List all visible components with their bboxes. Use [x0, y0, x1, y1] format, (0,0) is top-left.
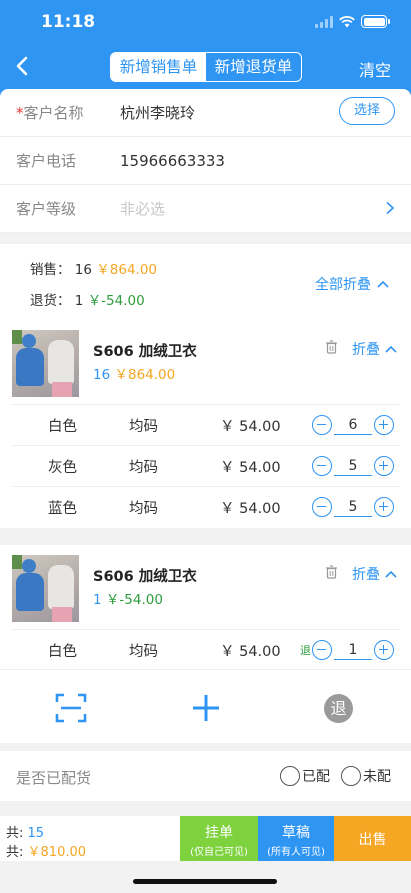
- plus-icon[interactable]: [374, 497, 394, 517]
- variant-row: 白色 均码 ￥ 54.00 退 1: [12, 629, 399, 670]
- required-mark: *: [16, 104, 24, 122]
- chevron-up-icon: [377, 280, 389, 288]
- sale-amount: ￥864.00: [96, 262, 158, 278]
- quantity-stepper: 5: [312, 456, 394, 476]
- hang-order-button[interactable]: 挂单 (仅自己可见): [180, 816, 258, 861]
- customer-phone-label: 客户电话: [16, 152, 77, 170]
- variant-price: ￥ 54.00: [220, 460, 281, 476]
- quantity-stepper: 1: [312, 640, 394, 660]
- sale-summary: 销售： 16 ￥864.00: [30, 262, 158, 278]
- tab-new-sale[interactable]: 新增销售单: [111, 53, 206, 81]
- quantity-stepper: 5: [312, 497, 394, 517]
- return-qty: 1: [74, 293, 84, 309]
- variant-color: 白色: [48, 419, 77, 435]
- customer-form: *客户名称 杭州李晓玲 选择 客户电话 15966663333 客户等级 非必选: [0, 89, 411, 233]
- battery-icon: [361, 15, 390, 28]
- return-button[interactable]: 退: [324, 694, 353, 723]
- top-bar: 11:18 新增销售单 新增退货单 清空: [0, 0, 411, 96]
- variant-row: 蓝色 均码 ￥ 54.00 5: [12, 486, 399, 527]
- customer-name-label: 客户名称: [23, 104, 84, 122]
- save-draft-button[interactable]: 草稿 (所有人可见): [258, 816, 334, 861]
- variant-color: 灰色: [48, 460, 77, 476]
- collapse-all-button[interactable]: 全部折叠: [315, 274, 389, 294]
- status-time: 11:18: [41, 12, 96, 32]
- trash-icon[interactable]: [325, 565, 338, 579]
- home-indicator: [133, 879, 277, 884]
- product-total: 16 ￥864.00: [93, 367, 176, 383]
- return-amount: ￥-54.00: [87, 293, 145, 309]
- customer-level-label: 客户等级: [16, 200, 77, 218]
- minus-icon[interactable]: [312, 456, 332, 476]
- product-image: [12, 330, 79, 397]
- quantity-stepper: 6: [312, 415, 394, 435]
- plus-icon[interactable]: [374, 456, 394, 476]
- quantity-input[interactable]: 1: [334, 640, 372, 660]
- order-summary: 销售： 16 ￥864.00 退货： 1 ￥-54.00 全部折叠: [0, 244, 411, 320]
- radio-distributed[interactable]: 已配: [280, 766, 330, 786]
- total-qty: 共: 15: [6, 826, 45, 841]
- variant-row: 灰色 均码 ￥ 54.00 5: [12, 445, 399, 486]
- radio-circle-icon: [341, 766, 361, 786]
- wifi-icon: [339, 15, 355, 27]
- variant-price: ￥ 54.00: [220, 644, 281, 660]
- trash-icon[interactable]: [325, 340, 338, 354]
- variant-size: 均码: [129, 644, 158, 660]
- customer-phone-value[interactable]: 15966663333: [120, 152, 225, 170]
- clear-button[interactable]: 清空: [359, 57, 391, 81]
- product-card: S606 加绒卫衣 1 ￥-54.00 折叠 白色 均码 ￥ 54.00 退 1: [0, 545, 411, 669]
- status-icons: [315, 15, 390, 28]
- select-customer-button[interactable]: 选择: [339, 97, 395, 125]
- customer-name-value[interactable]: 杭州李晓玲: [120, 102, 195, 123]
- scan-icon[interactable]: [55, 692, 87, 724]
- radio-circle-icon: [280, 766, 300, 786]
- radio-not-distributed[interactable]: 未配: [341, 766, 391, 786]
- product-name: S606 加绒卫衣: [93, 569, 197, 585]
- plus-icon[interactable]: [374, 640, 394, 660]
- product-image: [12, 555, 79, 622]
- customer-phone-row: 客户电话 15966663333: [0, 137, 411, 185]
- quantity-input[interactable]: 6: [334, 415, 372, 435]
- variant-row: 白色 均码 ￥ 54.00 6: [12, 404, 399, 445]
- tab-new-return[interactable]: 新增退货单: [206, 53, 301, 81]
- product-total: 1 ￥-54.00: [93, 592, 163, 608]
- chevron-up-icon: [385, 570, 397, 578]
- minus-icon[interactable]: [312, 640, 332, 660]
- variant-size: 均码: [129, 501, 158, 517]
- fold-button[interactable]: 折叠: [352, 339, 397, 359]
- add-product-icon[interactable]: [190, 692, 222, 724]
- variant-color: 白色: [48, 644, 77, 660]
- total-amount: 共: ￥810.00: [6, 845, 87, 860]
- return-tag: 退: [300, 644, 311, 657]
- fold-button[interactable]: 折叠: [352, 564, 397, 584]
- sell-button[interactable]: 出售: [334, 816, 411, 861]
- bottom-bar: 共: 15 共: ￥810.00 挂单 (仅自己可见) 草稿 (所有人可见) 出…: [0, 816, 411, 861]
- customer-level-placeholder[interactable]: 非必选: [120, 198, 165, 219]
- order-type-tabs: 新增销售单 新增退货单: [110, 52, 302, 82]
- product-name: S606 加绒卫衣: [93, 344, 197, 360]
- variant-size: 均码: [129, 419, 158, 435]
- distribution-label: 是否已配货: [16, 769, 92, 787]
- distribution-row: 是否已配货 已配 未配: [0, 751, 411, 801]
- variant-color: 蓝色: [48, 501, 77, 517]
- quantity-input[interactable]: 5: [334, 497, 372, 517]
- chevron-right-icon[interactable]: [385, 201, 395, 215]
- variant-size: 均码: [129, 460, 158, 476]
- product-card: S606 加绒卫衣 16 ￥864.00 折叠 白色 均码 ￥ 54.00 6 …: [0, 320, 411, 528]
- minus-icon[interactable]: [312, 497, 332, 517]
- minus-icon[interactable]: [312, 415, 332, 435]
- return-summary: 退货： 1 ￥-54.00: [30, 293, 145, 309]
- variant-price: ￥ 54.00: [220, 501, 281, 517]
- customer-name-row: *客户名称 杭州李晓玲 选择: [0, 89, 411, 137]
- sale-qty: 16: [74, 262, 92, 278]
- variant-price: ￥ 54.00: [220, 419, 281, 435]
- customer-level-row[interactable]: 客户等级 非必选: [0, 185, 411, 233]
- plus-icon[interactable]: [374, 415, 394, 435]
- back-arrow-icon[interactable]: [13, 54, 33, 78]
- quantity-input[interactable]: 5: [334, 456, 372, 476]
- chevron-up-icon: [385, 345, 397, 353]
- action-toolbar: 退: [0, 669, 411, 743]
- signal-icon: [315, 15, 333, 28]
